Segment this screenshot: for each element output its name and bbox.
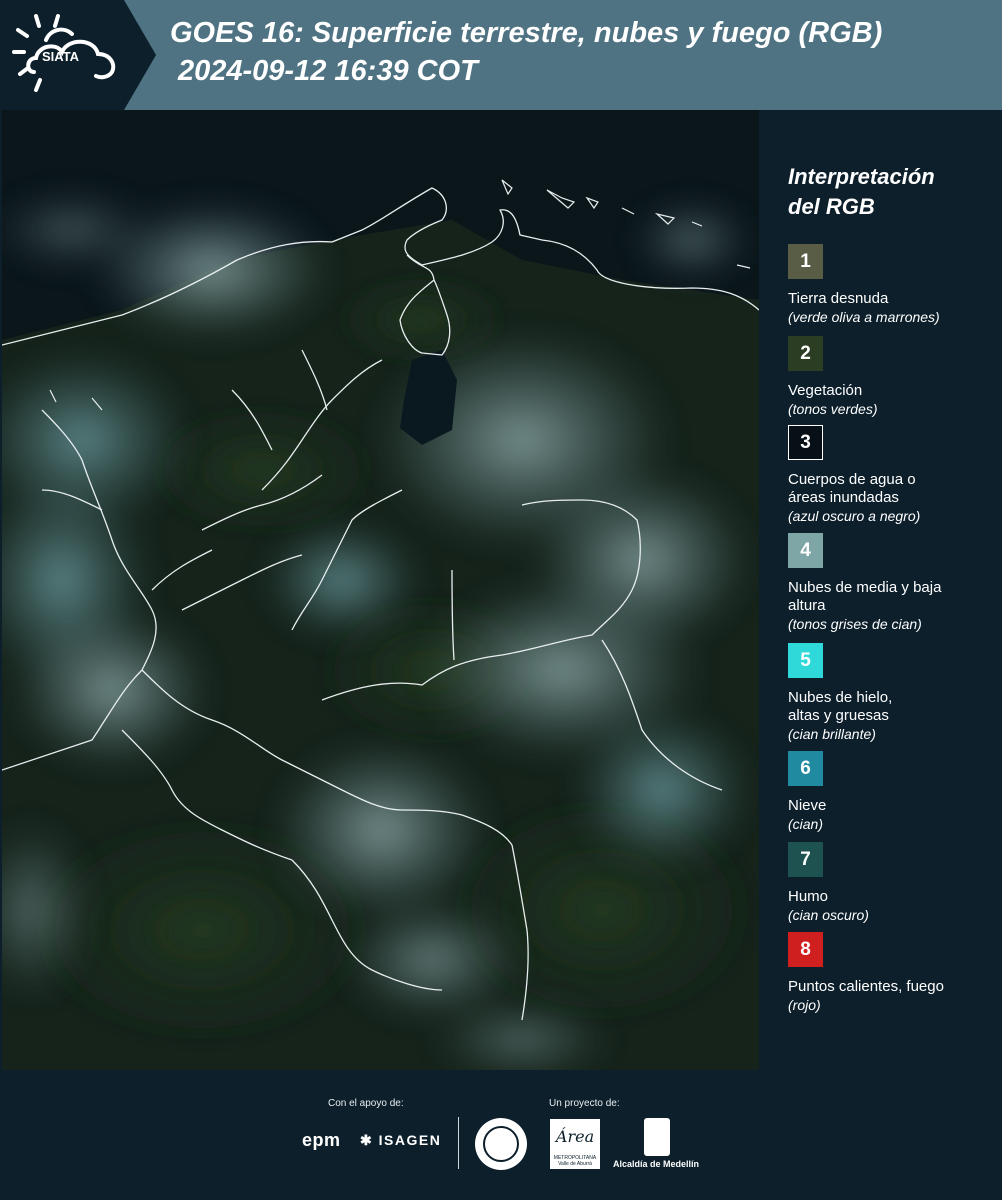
- siata-sun-cloud-icon: SIATA: [12, 14, 116, 92]
- legend-item-8: 8 Puntos calientes, fuego (rojo): [788, 932, 988, 1015]
- siata-logo-text: SIATA: [42, 49, 80, 64]
- legend-swatch: 4: [788, 533, 823, 568]
- satellite-map-image: [2, 110, 759, 1070]
- isagen-star-icon: ✱: [360, 1132, 374, 1148]
- title-line1: GOES 16: Superficie terrestre, nubes y f…: [170, 17, 883, 49]
- legend-item-name: Nubes de hielo, altas y gruesas: [788, 689, 893, 724]
- legend-title-line1: Interpretación: [788, 164, 935, 189]
- medellin-crest-icon: [644, 1118, 670, 1156]
- legend-item-name: Nieve: [788, 797, 827, 814]
- legend-item-name: Puntos calientes, fuego: [788, 978, 944, 995]
- governor-seal-icon: [475, 1118, 527, 1170]
- legend-item-name: Cuerpos de agua o áreas inundadas: [788, 471, 916, 506]
- legend-item-1: 1 Tierra desnuda (verde oliva a marrones…: [788, 244, 988, 327]
- legend-swatch: 2: [788, 336, 823, 371]
- legend-item-4: 4 Nubes de media y baja altura (tonos gr…: [788, 533, 988, 634]
- legend-item-name: Vegetación: [788, 382, 863, 399]
- legend-item-6: 6 Nieve (cian): [788, 751, 988, 834]
- legend-item-sub: (tonos grises de cian): [788, 616, 922, 632]
- legend-item-sub: (cian): [788, 816, 824, 832]
- legend-swatch: 3: [788, 425, 823, 460]
- legend-item-sub: (cian oscuro): [788, 907, 869, 923]
- legend-item-sub: (rojo): [788, 997, 821, 1013]
- legend-item-sub: (cian brillante): [788, 726, 876, 742]
- title-line2: 2024-09-12 16:39 COT: [178, 55, 478, 87]
- medellin-label: Alcaldía de Medellín: [613, 1159, 700, 1169]
- isagen-text: ISAGEN: [378, 1132, 442, 1148]
- legend-item-sub: (verde oliva a marrones): [788, 309, 940, 325]
- legend-swatch: 1: [788, 244, 823, 279]
- legend-item-3: 3 Cuerpos de agua o áreas inundadas (azu…: [788, 425, 988, 526]
- legend-swatch: 5: [788, 643, 823, 678]
- rgb-legend: Interpretación del RGB 1 Tierra desnuda …: [788, 162, 988, 1013]
- logo-arrow-shape: [124, 0, 156, 110]
- page-title: GOES 16: Superficie terrestre, nubes y f…: [170, 14, 882, 90]
- legend-item-sub: (tonos verdes): [788, 401, 878, 417]
- legend-title: Interpretación del RGB: [788, 162, 988, 222]
- area-metropolitana-logo: Área METROPOLITANA Valle de Aburrá: [550, 1119, 600, 1169]
- legend-item-name: Tierra desnuda: [788, 290, 889, 307]
- seal-ring: [483, 1126, 519, 1162]
- area-logo-sub: METROPOLITANA Valle de Aburrá: [553, 1155, 597, 1167]
- legend-swatch: 8: [788, 932, 823, 967]
- legend-item-2: 2 Vegetación (tonos verdes): [788, 336, 988, 419]
- isagen-logo: ✱ ISAGEN: [360, 1132, 441, 1149]
- area-logo-text: Área: [555, 1127, 595, 1146]
- support-label: Con el apoyo de:: [328, 1098, 404, 1109]
- header-bar: SIATA GOES 16: Superficie terrestre, nub…: [0, 0, 1002, 110]
- epm-logo: epm: [302, 1130, 341, 1150]
- legend-swatch: 7: [788, 842, 823, 877]
- legend-item-name: Humo: [788, 888, 829, 905]
- satellite-image-svg: [2, 110, 759, 1070]
- legend-title-line2: del RGB: [788, 194, 875, 219]
- siata-logo-box: SIATA: [0, 0, 124, 110]
- legend-item-7: 7 Humo (cian oscuro): [788, 842, 988, 925]
- legend-item-sub: (azul oscuro a negro): [788, 508, 921, 524]
- footer-sponsors: Con el apoyo de: Un proyecto de: epm ✱ I…: [0, 1070, 1002, 1200]
- project-label: Un proyecto de:: [549, 1098, 620, 1109]
- footer-divider: [458, 1117, 459, 1169]
- legend-item-5: 5 Nubes de hielo, altas y gruesas (cian …: [788, 643, 988, 744]
- legend-item-name: Nubes de media y baja altura: [788, 579, 942, 614]
- legend-swatch: 6: [788, 751, 823, 786]
